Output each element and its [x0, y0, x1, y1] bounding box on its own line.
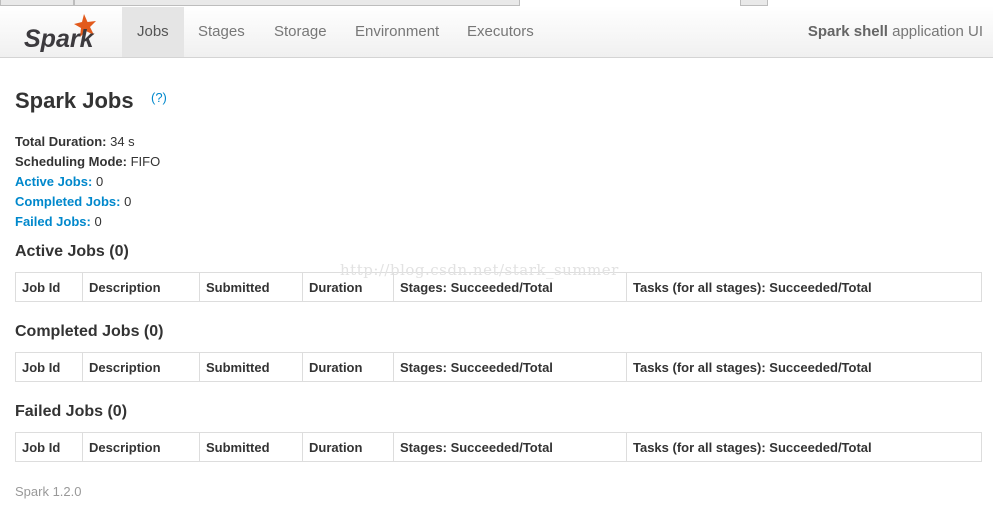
column-header-job-id[interactable]: Job Id — [15, 432, 83, 462]
tab-executors[interactable]: Executors — [452, 7, 549, 57]
active-jobs-value: 0 — [95, 174, 104, 189]
total-duration-value: 34 s — [110, 134, 135, 149]
completed-jobs-heading: Completed Jobs (0) — [15, 323, 164, 340]
failed-jobs-heading: Failed Jobs (0) — [15, 403, 128, 420]
failed-jobs-table: Job Id Description Submitted Duration St… — [15, 432, 982, 462]
scheduling-mode-label: Scheduling Mode: — [15, 154, 127, 169]
column-header-submitted[interactable]: Submitted — [199, 352, 303, 382]
column-header-tasks[interactable]: Tasks (for all stages): Succeeded/Total — [626, 352, 982, 382]
completed-jobs-link[interactable]: Completed Jobs: — [15, 194, 120, 209]
tab-storage[interactable]: Storage — [259, 7, 342, 57]
table-header-row: Job Id Description Submitted Duration St… — [15, 432, 982, 462]
page-title: Spark Jobs — [15, 88, 134, 113]
summary-completed-jobs: Completed Jobs: 0 — [15, 192, 160, 212]
column-header-submitted[interactable]: Submitted — [199, 272, 303, 302]
navbar: Spark Jobs Stages Storage Environment Ex… — [0, 6, 993, 58]
failed-jobs-link[interactable]: Failed Jobs: — [15, 214, 91, 229]
summary-scheduling-mode: Scheduling Mode: FIFO — [15, 152, 160, 172]
footer-version: Spark 1.2.0 — [15, 484, 82, 499]
summary-total-duration: Total Duration: 34 s — [15, 132, 160, 152]
tab-environment[interactable]: Environment — [340, 7, 454, 57]
column-header-job-id[interactable]: Job Id — [15, 272, 83, 302]
column-header-submitted[interactable]: Submitted — [199, 432, 303, 462]
jobs-summary: Total Duration: 34 s Scheduling Mode: FI… — [15, 132, 160, 232]
column-header-duration[interactable]: Duration — [302, 432, 394, 462]
column-header-description[interactable]: Description — [82, 352, 200, 382]
scheduling-mode-value: FIFO — [130, 154, 161, 169]
active-jobs-link[interactable]: Active Jobs: — [15, 174, 92, 189]
summary-active-jobs: Active Jobs: 0 — [15, 172, 160, 192]
column-header-tasks[interactable]: Tasks (for all stages): Succeeded/Total — [626, 272, 982, 302]
spark-logo[interactable]: Spark — [22, 12, 106, 52]
column-header-job-id[interactable]: Job Id — [15, 352, 83, 382]
help-link[interactable]: (?) — [151, 90, 167, 105]
column-header-description[interactable]: Description — [82, 272, 200, 302]
total-duration-label: Total Duration: — [15, 134, 107, 149]
column-header-duration[interactable]: Duration — [302, 352, 394, 382]
summary-failed-jobs: Failed Jobs: 0 — [15, 212, 160, 232]
svg-text:Spark: Spark — [24, 25, 95, 52]
completed-jobs-value: 0 — [124, 194, 132, 209]
column-header-tasks[interactable]: Tasks (for all stages): Succeeded/Total — [626, 432, 982, 462]
column-header-stages[interactable]: Stages: Succeeded/Total — [393, 352, 627, 382]
app-name: Spark shell — [807, 23, 888, 40]
application-title: Spark shell application UI — [808, 7, 983, 57]
failed-jobs-value: 0 — [94, 214, 102, 229]
table-header-row: Job Id Description Submitted Duration St… — [15, 352, 982, 382]
app-suffix: application UI — [892, 23, 983, 40]
watermark-text: http://blog.csdn.net/stark_summer — [340, 261, 619, 279]
tab-stages[interactable]: Stages — [183, 7, 260, 57]
column-header-stages[interactable]: Stages: Succeeded/Total — [393, 432, 627, 462]
tab-jobs[interactable]: Jobs — [122, 7, 184, 57]
column-header-description[interactable]: Description — [82, 432, 200, 462]
completed-jobs-table: Job Id Description Submitted Duration St… — [15, 352, 982, 382]
active-jobs-heading: Active Jobs (0) — [15, 243, 129, 260]
